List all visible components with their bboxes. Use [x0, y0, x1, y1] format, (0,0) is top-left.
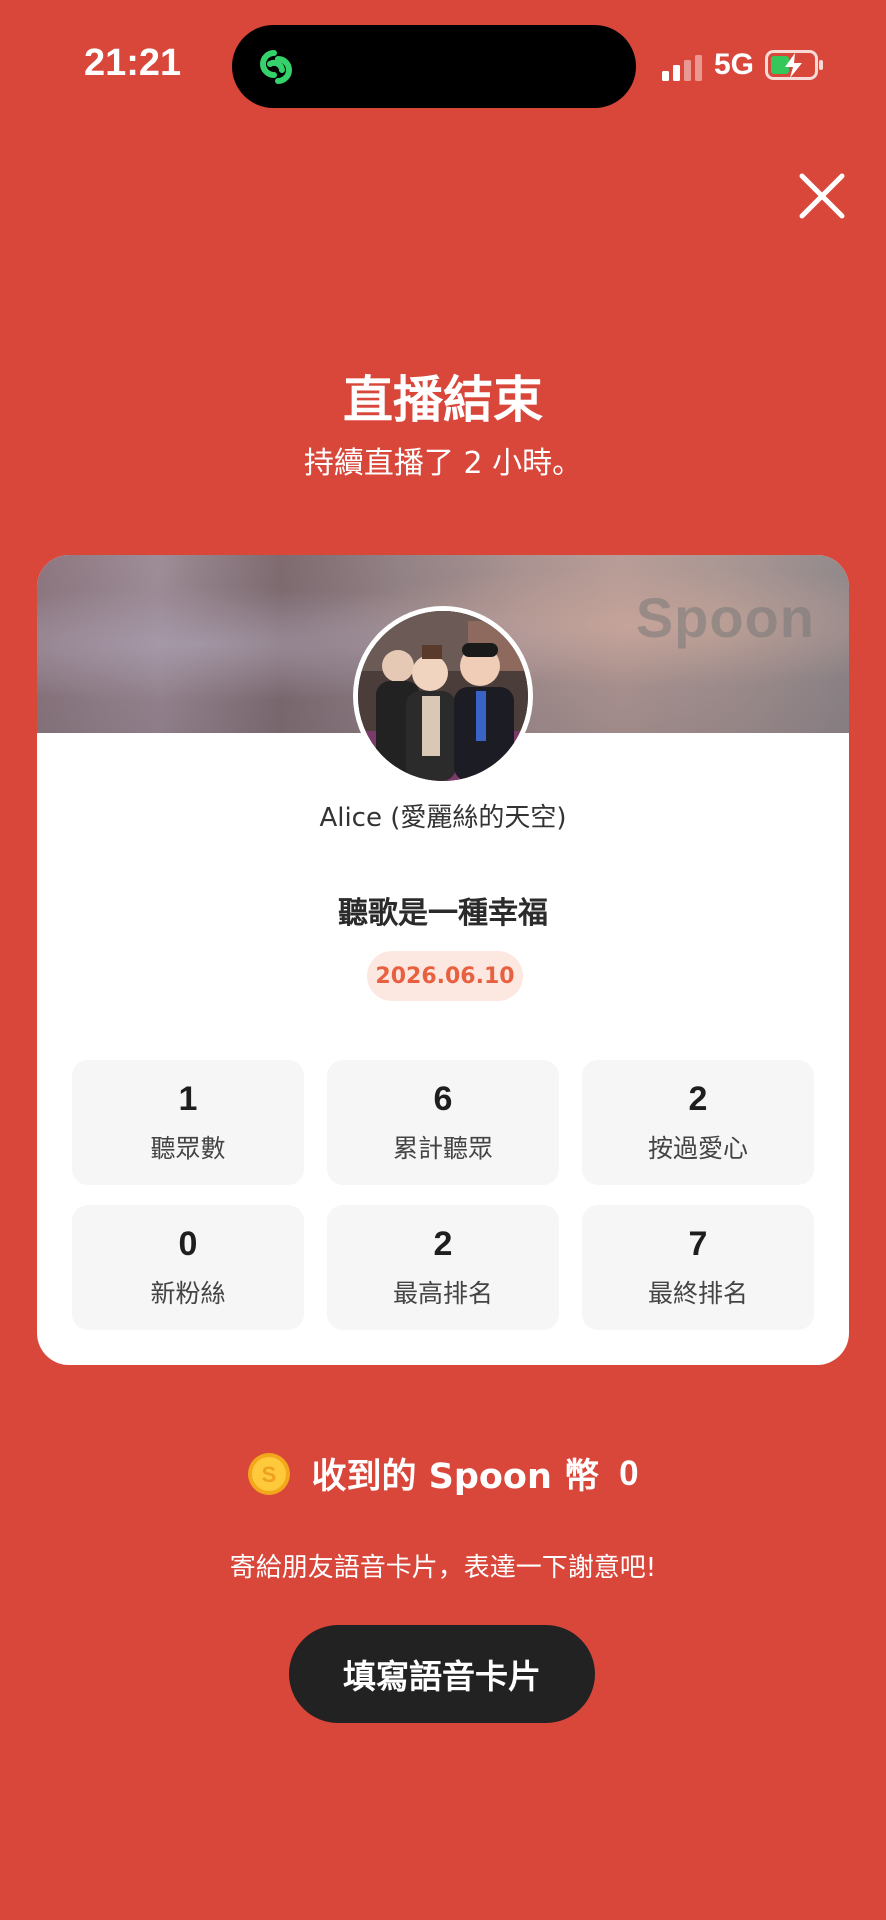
stat-new-fans: 0 新粉絲 [72, 1205, 304, 1330]
date-badge: 2026.06.10 [367, 951, 523, 1001]
stat-highest-rank: 2 最高排名 [327, 1205, 559, 1330]
status-bar: 21:21 5G [0, 0, 886, 130]
close-icon[interactable] [796, 170, 848, 222]
stat-value: 1 [178, 1080, 198, 1118]
stat-total-listeners: 6 累計聽眾 [327, 1060, 559, 1185]
stat-value: 6 [433, 1080, 453, 1118]
coins-label: 收到的 Spoon 幣 [311, 1457, 600, 1497]
stat-value: 0 [178, 1225, 198, 1263]
stat-value: 2 [433, 1225, 453, 1263]
brand-logo: Spoon [635, 586, 815, 649]
link-icon [260, 50, 292, 84]
write-voice-card-button[interactable]: 填寫語音卡片 [289, 1625, 595, 1723]
spoon-coin-icon: S [248, 1452, 291, 1495]
stat-value: 2 [688, 1080, 708, 1118]
stat-label: 按過愛心 [647, 1134, 748, 1163]
coins-value: 0 [619, 1453, 639, 1493]
avatar-photo [358, 611, 528, 781]
coins-received: S 收到的 Spoon 幣 0 [0, 1448, 886, 1499]
stats-grid: 1 聽眾數 6 累計聽眾 2 按過愛心 0 新粉絲 2 最高排名 7 最終排名 [72, 1060, 814, 1330]
stat-value: 7 [688, 1225, 708, 1263]
duration-subtitle: 持續直播了 2 小時。 [303, 446, 583, 481]
battery-charging-icon [765, 50, 823, 80]
stat-label: 最高排名 [392, 1279, 493, 1308]
signal-icon [662, 55, 702, 81]
status-time: 21:21 [84, 42, 182, 84]
stat-label: 新粉絲 [150, 1279, 226, 1308]
network-label: 5G [714, 48, 755, 81]
live-title: 聽歌是一種幸福 [338, 896, 548, 931]
live-summary-card: Spoon Alice (愛麗絲的天空) 聽歌是一種幸福 2026.06.10 … [37, 555, 849, 1365]
stat-final-rank: 7 最終排名 [582, 1205, 814, 1330]
stat-label: 聽眾數 [150, 1134, 226, 1163]
svg-text:S: S [262, 1462, 277, 1487]
host-username: Alice (愛麗絲的天空) [319, 803, 567, 833]
stat-likes: 2 按過愛心 [582, 1060, 814, 1185]
page-title: 直播結束 [343, 371, 543, 429]
avatar[interactable] [353, 606, 533, 786]
dynamic-island[interactable] [232, 25, 636, 108]
stat-listeners: 1 聽眾數 [72, 1060, 304, 1185]
stat-label: 累計聽眾 [392, 1134, 493, 1163]
voice-card-prompt: 寄給朋友語音卡片，表達一下謝意吧! [229, 1553, 657, 1583]
stat-label: 最終排名 [647, 1279, 748, 1308]
